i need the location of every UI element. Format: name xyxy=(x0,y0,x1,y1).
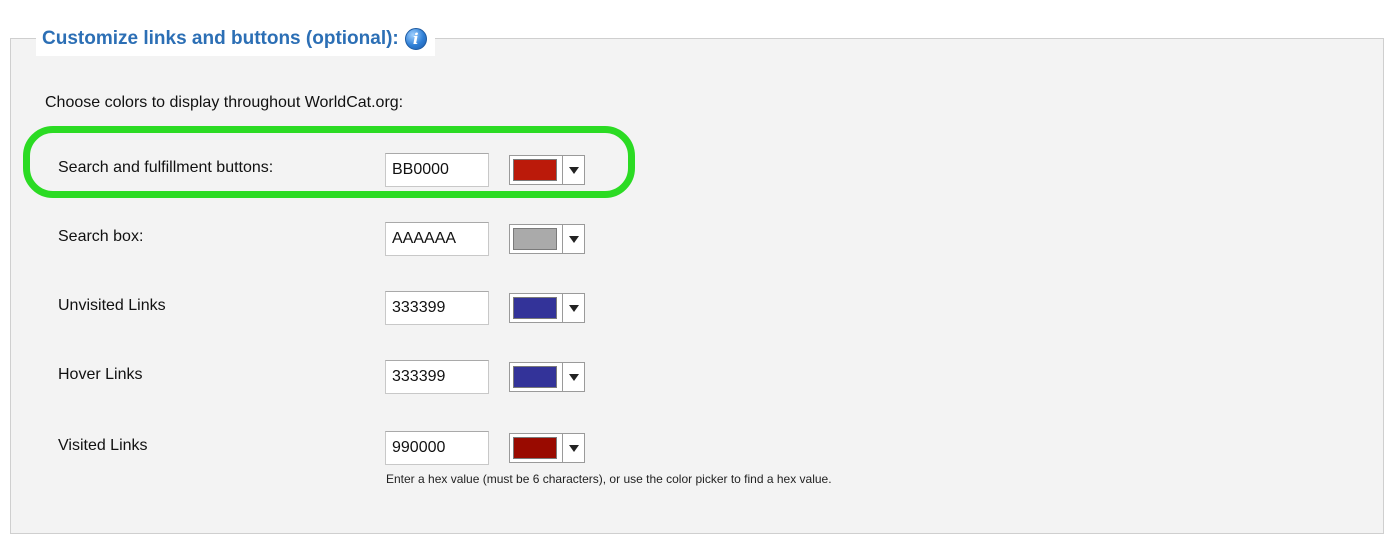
color-picker-hover-links[interactable] xyxy=(509,362,585,392)
row-label: Search box: xyxy=(58,228,144,245)
hex-input-search-box[interactable]: AAAAAA xyxy=(385,222,489,256)
color-swatch xyxy=(513,297,557,319)
hex-input-hover-links[interactable]: 333399 xyxy=(385,360,489,394)
hex-input-visited-links[interactable]: 990000 xyxy=(385,431,489,465)
chevron-down-icon[interactable] xyxy=(563,166,584,174)
color-row-unvisited-links: Unvisited Links 333399 xyxy=(0,291,700,325)
color-row-search-buttons: Search and fulfillment buttons: BB0000 xyxy=(0,153,700,187)
hex-input-unvisited-links[interactable]: 333399 xyxy=(385,291,489,325)
chevron-down-icon[interactable] xyxy=(563,304,584,312)
chevron-down-icon[interactable] xyxy=(563,235,584,243)
hex-input-search-buttons[interactable]: BB0000 xyxy=(385,153,489,187)
section-legend: Customize links and buttons (optional): … xyxy=(36,22,435,56)
color-row-search-box: Search box: AAAAAA xyxy=(0,222,700,256)
info-icon[interactable]: i xyxy=(404,28,427,50)
color-row-visited-links: Visited Links 990000 xyxy=(0,431,700,465)
color-picker-search-buttons[interactable] xyxy=(509,155,585,185)
chevron-down-icon[interactable] xyxy=(563,444,584,452)
color-swatch xyxy=(513,159,557,181)
section-title: Customize links and buttons (optional): xyxy=(42,28,399,49)
chevron-down-icon[interactable] xyxy=(563,373,584,381)
color-swatch xyxy=(513,366,557,388)
row-label: Search and fulfillment buttons: xyxy=(58,159,274,176)
color-swatch xyxy=(513,437,557,459)
color-picker-search-box[interactable] xyxy=(509,224,585,254)
color-picker-visited-links[interactable] xyxy=(509,433,585,463)
color-picker-unvisited-links[interactable] xyxy=(509,293,585,323)
row-label: Visited Links xyxy=(58,437,148,454)
intro-text: Choose colors to display throughout Worl… xyxy=(45,94,404,111)
row-label: Hover Links xyxy=(58,366,143,383)
color-swatch xyxy=(513,228,557,250)
hex-help-text: Enter a hex value (must be 6 characters)… xyxy=(386,472,832,486)
color-row-hover-links: Hover Links 333399 xyxy=(0,360,700,394)
row-label: Unvisited Links xyxy=(58,297,166,314)
